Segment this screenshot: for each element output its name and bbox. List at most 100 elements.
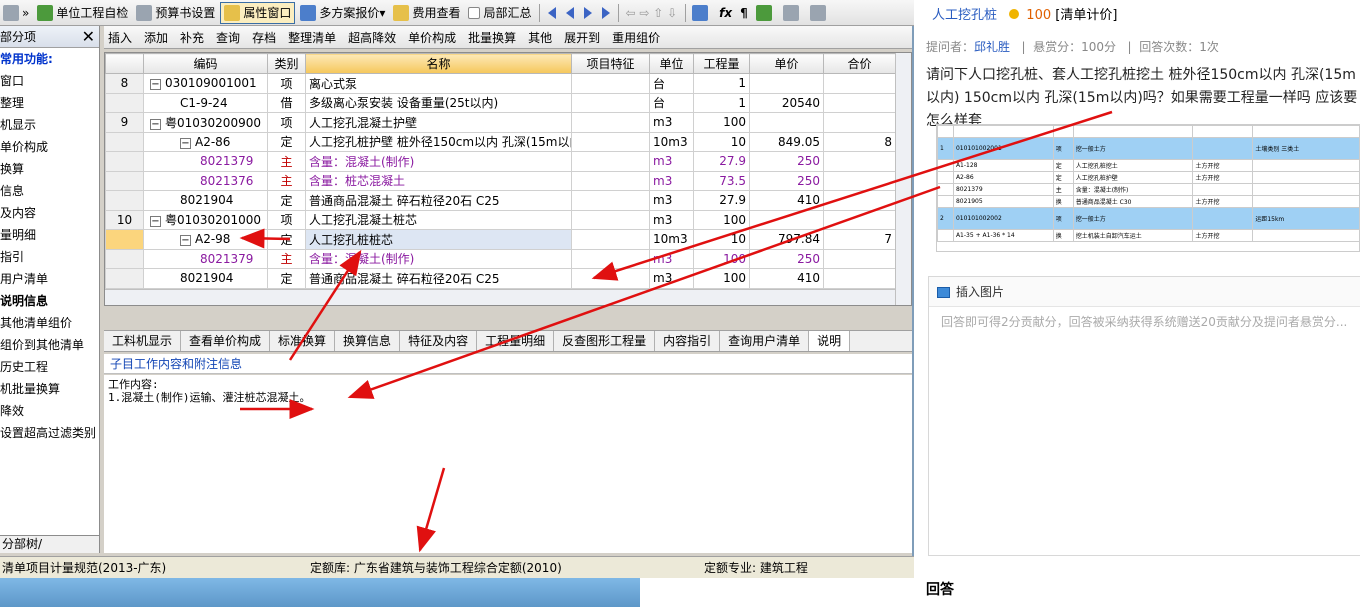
cell-feature[interactable] xyxy=(571,248,650,269)
cell-unit[interactable]: m3 xyxy=(649,190,694,211)
edit-toolbar-item[interactable]: 其他 xyxy=(528,29,552,46)
edit-toolbar-item[interactable]: 补充 xyxy=(180,29,204,46)
col-code[interactable]: 编码 xyxy=(143,53,268,74)
cell-unit[interactable]: 台 xyxy=(649,73,694,94)
table-row[interactable]: − A2-98 定人工挖孔桩桩芯 10m3 10 797.84 7 xyxy=(105,229,896,250)
cell-code[interactable]: 8021904 xyxy=(143,190,268,211)
left-panel-item[interactable]: 及内容 xyxy=(0,202,99,224)
tab-8[interactable]: 查询用户清单 xyxy=(720,331,810,351)
cell-name[interactable]: 人工挖孔桩桩芯 xyxy=(305,229,572,250)
row-index[interactable] xyxy=(105,190,144,211)
question-title-link[interactable]: 人工挖孔桩 xyxy=(932,8,997,23)
cell-type[interactable]: 定 xyxy=(267,268,306,289)
collapse-icon[interactable]: − xyxy=(150,79,161,91)
cell-name[interactable]: 人工挖孔桩护壁 桩外径150cm以内 孔深(15m以内) xyxy=(305,131,572,152)
cell-type[interactable]: 定 xyxy=(267,229,306,250)
cell-name[interactable]: 含量：桩芯混凝土 xyxy=(305,170,572,191)
cell-qty[interactable]: 1 xyxy=(693,92,750,113)
fee-view-button[interactable]: 费用查看 xyxy=(390,2,463,24)
doc-icon[interactable]: » xyxy=(0,2,32,24)
col-name[interactable]: 名称 xyxy=(305,53,572,74)
edit-toolbar-item[interactable]: 添加 xyxy=(144,29,168,46)
row-index[interactable] xyxy=(105,248,144,269)
table-row[interactable]: 8021904 定普通商品混凝土 碎石粒径20石 C25 m3 100 410 xyxy=(105,268,896,289)
table-row[interactable]: 9− 粤01030200900 项人工挖孔混凝土护壁 m3 100 xyxy=(105,112,896,133)
cell-total[interactable] xyxy=(823,268,896,289)
cell-qty[interactable]: 1 xyxy=(693,73,750,94)
tree-tab[interactable]: 分部树/ xyxy=(0,535,99,553)
cell-feature[interactable] xyxy=(571,92,650,113)
left-panel-item[interactable]: 其他清单组价 xyxy=(0,312,99,334)
cell-price[interactable]: 410 xyxy=(749,190,824,211)
cell-name[interactable]: 多级离心泵安装 设备重量(25t以内) xyxy=(305,92,572,113)
cell-name[interactable]: 普通商品混凝土 碎石粒径20石 C25 xyxy=(305,190,572,211)
cell-unit[interactable]: m3 xyxy=(649,151,694,172)
cell-total[interactable] xyxy=(823,170,896,191)
insert-image-button[interactable]: 插入图片 xyxy=(929,277,1360,307)
collapse-icon[interactable]: − xyxy=(150,216,161,228)
left-panel-item[interactable]: 用户清单 xyxy=(0,268,99,290)
cell-price[interactable] xyxy=(749,73,824,94)
cell-unit[interactable]: m3 xyxy=(649,170,694,191)
cell-price[interactable] xyxy=(749,112,824,133)
cell-code[interactable]: 8021376 xyxy=(143,170,268,191)
cell-feature[interactable] xyxy=(571,268,650,289)
cell-price[interactable]: 797.84 xyxy=(749,229,824,250)
edit-toolbar-item[interactable]: 插入 xyxy=(108,29,132,46)
table-row[interactable]: 8021376 主含量：桩芯混凝土 m3 73.5 250 xyxy=(105,170,896,191)
cell-type[interactable]: 主 xyxy=(267,248,306,269)
row-index[interactable] xyxy=(105,151,144,172)
cell-total[interactable]: 8 xyxy=(823,131,896,152)
category-tag[interactable]: [清单计价] xyxy=(1055,8,1117,23)
edit-toolbar-item[interactable]: 展开到 xyxy=(564,29,600,46)
cell-feature[interactable] xyxy=(571,73,650,94)
edit-toolbar-item[interactable]: 单价构成 xyxy=(408,29,456,46)
cell-total[interactable] xyxy=(823,92,896,113)
tab-9[interactable]: 说明 xyxy=(809,331,851,351)
cell-unit[interactable]: m3 xyxy=(649,248,694,269)
cell-total[interactable] xyxy=(823,248,896,269)
horizontal-scrollbar[interactable] xyxy=(105,289,895,305)
cell-price[interactable] xyxy=(749,209,824,230)
table-row[interactable]: − A2-86 定人工挖孔桩护壁 桩外径150cm以内 孔深(15m以内) 10m3 1… xyxy=(105,131,896,152)
table-row[interactable]: C1-9-24 借多级离心泵安装 设备重量(25t以内) 台 1 20540 xyxy=(105,92,896,113)
cell-code[interactable]: 8021379 xyxy=(143,151,268,172)
cell-code[interactable]: 8021379 xyxy=(143,248,268,269)
tab-0[interactable]: 工料机显示 xyxy=(104,331,182,351)
cell-price[interactable]: 250 xyxy=(749,248,824,269)
multi-scheme-button[interactable]: 多方案报价 ▾ xyxy=(297,2,388,24)
asker-link[interactable]: 邱礼胜 xyxy=(974,40,1010,54)
row-index[interactable]: 8 xyxy=(105,73,144,94)
row-index[interactable] xyxy=(105,268,144,289)
last-record-icon[interactable] xyxy=(602,6,611,19)
cell-qty[interactable]: 100 xyxy=(693,268,750,289)
row-index[interactable] xyxy=(105,92,144,113)
cell-type[interactable]: 借 xyxy=(267,92,306,113)
cell-code[interactable]: −030109001001 xyxy=(143,73,268,94)
left-panel-item[interactable]: 历史工程 xyxy=(0,356,99,378)
collapse-icon[interactable]: − xyxy=(180,137,191,149)
col-price[interactable]: 单价 xyxy=(749,53,824,74)
tab-4[interactable]: 特征及内容 xyxy=(400,331,478,351)
formula-icon[interactable]: fx xyxy=(716,2,735,24)
table-row[interactable]: 8021904 定普通商品混凝土 碎石粒径20石 C25 m3 27.9 410 xyxy=(105,190,896,211)
next-record-icon[interactable] xyxy=(584,6,593,19)
left-panel-item[interactable]: 降效 xyxy=(0,400,99,422)
paragraph-icon[interactable]: ¶ xyxy=(737,2,751,24)
row-index[interactable] xyxy=(105,170,144,191)
edit-toolbar-item[interactable]: 存档 xyxy=(252,29,276,46)
close-icon[interactable]: ✕ xyxy=(82,27,95,46)
cell-price[interactable]: 20540 xyxy=(749,92,824,113)
cell-total[interactable] xyxy=(823,151,896,172)
cell-qty[interactable]: 100 xyxy=(693,248,750,269)
table-row[interactable]: 8021379 主含量：混凝土(制作) m3 27.9 250 xyxy=(105,151,896,172)
cell-name[interactable]: 人工挖孔混凝土护壁 xyxy=(305,112,572,133)
row-index[interactable] xyxy=(105,229,144,250)
edit-toolbar-item[interactable]: 整理清单 xyxy=(288,29,336,46)
col-type[interactable]: 类别 xyxy=(267,53,306,74)
cell-price[interactable]: 250 xyxy=(749,170,824,191)
cell-type[interactable]: 定 xyxy=(267,190,306,211)
cell-name[interactable]: 人工挖孔混凝土桩芯 xyxy=(305,209,572,230)
cell-unit[interactable]: m3 xyxy=(649,112,694,133)
row-index[interactable]: 9 xyxy=(105,112,144,133)
